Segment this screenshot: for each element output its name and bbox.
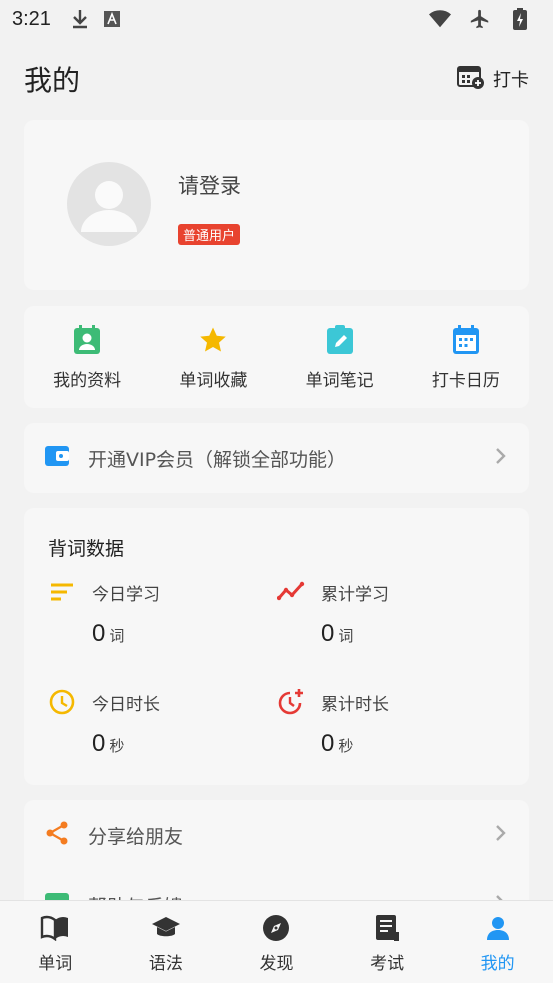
shortcut-label: 单词收藏 [179, 371, 248, 391]
lines-icon [48, 578, 76, 606]
exam-paper-icon [372, 913, 402, 943]
stats-title: 背词数据 [48, 538, 125, 560]
menu-item-share[interactable]: 分享给朋友 [24, 800, 529, 870]
shortcut-my-profile[interactable]: 我的资料 [24, 306, 150, 408]
book-icon [40, 913, 70, 943]
download-icon [69, 8, 91, 30]
wifi-icon [429, 8, 451, 30]
bottom-tab-bar: 单词 语法 发现 考试 我的 [0, 900, 553, 983]
tab-mine[interactable]: 我的 [442, 901, 553, 983]
stats-card: 背词数据 今日学习 0词 累计学习 0词 今日时长 0秒 累计时长 0秒 [24, 508, 529, 785]
tab-label: 我的 [480, 954, 515, 974]
star-icon [197, 324, 229, 356]
shortcut-checkin-calendar[interactable]: 打卡日历 [403, 306, 529, 408]
vip-label: 开通VIP会员（解锁全部功能） [88, 448, 347, 471]
menu-item-label: 分享给朋友 [88, 825, 184, 848]
checkin-label: 打卡 [493, 70, 529, 91]
chevron-right-icon [495, 447, 507, 469]
clock-icon [48, 688, 76, 716]
stat-today-duration: 今日时长 0秒 [48, 688, 248, 778]
tab-exam[interactable]: 考试 [332, 901, 443, 983]
shortcut-label: 我的资料 [53, 371, 122, 391]
profile-card-icon [71, 324, 103, 356]
stat-value: 0词 [92, 620, 125, 647]
graduation-cap-icon [151, 913, 181, 943]
page-title: 我的 [24, 64, 81, 97]
calendar-icon [450, 324, 482, 356]
tab-discover[interactable]: 发现 [221, 901, 332, 983]
vip-banner[interactable]: 开通VIP会员（解锁全部功能） [24, 423, 529, 493]
checkin-button[interactable]: 打卡 [457, 64, 529, 95]
airplane-icon [469, 8, 491, 30]
user-level-badge: 普通用户 [178, 224, 241, 245]
stat-total-words: 累计学习 0词 [277, 578, 477, 668]
trend-icon [277, 578, 305, 606]
shortcut-label: 打卡日历 [431, 371, 500, 391]
stat-total-duration: 累计时长 0秒 [277, 688, 477, 778]
font-app-icon [101, 8, 123, 30]
battery-icon [509, 8, 531, 30]
stat-value: 0词 [321, 620, 354, 647]
chevron-right-icon [495, 824, 507, 846]
page-header: 我的 打卡 [24, 52, 529, 106]
login-prompt[interactable]: 请登录 [178, 170, 241, 200]
avatar[interactable] [67, 162, 151, 246]
tab-label: 语法 [148, 954, 183, 974]
shortcut-word-favorites[interactable]: 单词收藏 [150, 306, 276, 408]
stat-label: 今日时长 [92, 695, 160, 715]
tab-words[interactable]: 单词 [0, 901, 111, 983]
tab-grammar[interactable]: 语法 [111, 901, 222, 983]
status-right [429, 8, 541, 30]
clock-plus-icon [277, 688, 305, 716]
tab-label: 发现 [259, 954, 294, 974]
tab-label: 考试 [370, 954, 405, 974]
status-bar: 3:21 [0, 0, 553, 38]
share-icon [44, 820, 70, 850]
wallet-icon [44, 444, 70, 472]
calendar-add-icon [457, 64, 485, 95]
status-time: 3:21 [12, 7, 51, 30]
shortcut-word-notes[interactable]: 单词笔记 [277, 306, 403, 408]
stat-value: 0秒 [321, 730, 354, 757]
stat-label: 累计时长 [321, 695, 389, 715]
stat-label: 今日学习 [92, 585, 160, 605]
profile-card[interactable]: 请登录 普通用户 [24, 120, 529, 290]
stat-label: 累计学习 [321, 585, 389, 605]
compass-icon [261, 913, 291, 943]
stat-today-words: 今日学习 0词 [48, 578, 248, 668]
tab-label: 单词 [38, 954, 73, 974]
note-edit-icon [324, 324, 356, 356]
shortcuts-card: 我的资料 单词收藏 单词笔记 打卡日历 [24, 306, 529, 408]
stat-value: 0秒 [92, 730, 125, 757]
person-icon [483, 913, 513, 943]
shortcut-label: 单词笔记 [305, 371, 374, 391]
